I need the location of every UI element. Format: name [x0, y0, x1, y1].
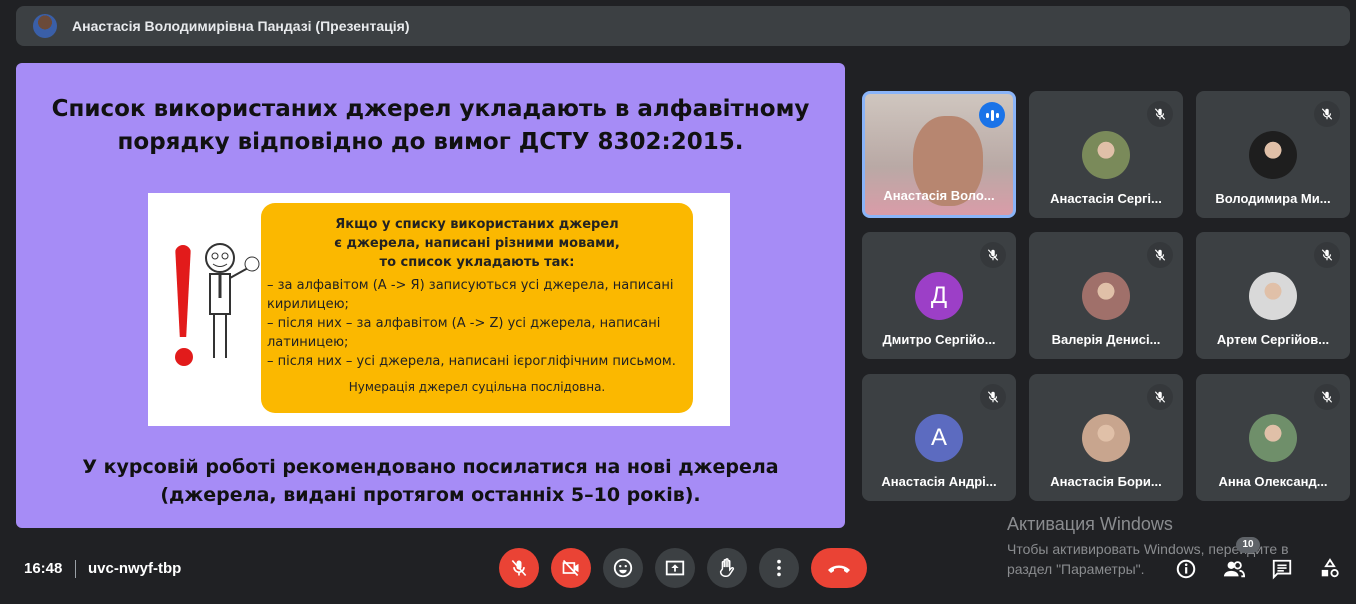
box-item: – після них – усі джерела, написані ієро…: [267, 354, 676, 369]
people-icon: [1223, 561, 1246, 578]
participant-tile[interactable]: Анна Олександ...: [1196, 374, 1350, 501]
participant-tile[interactable]: Анастасія Бори...: [1029, 374, 1183, 501]
participant-count-badge: 10: [1236, 537, 1260, 553]
participant-name: Анастасія Сергі...: [1050, 191, 1162, 206]
slide-title-line: порядку відповідно до вимог ДСТУ 8302:20…: [117, 129, 744, 155]
slide-title: Список використаних джерел укладають в а…: [16, 93, 845, 159]
activities-icon: [1321, 558, 1339, 578]
box-footer: Нумерація джерел суцільна послідовна.: [348, 380, 606, 394]
info-icon: [1176, 559, 1196, 579]
participant-name: Анастасія Воло...: [883, 188, 995, 203]
leave-call-button[interactable]: [811, 548, 867, 588]
participant-tile[interactable]: Анастасія Сергі...: [1029, 91, 1183, 218]
participant-name: Артем Сергійов...: [1216, 332, 1330, 347]
participant-avatar: А: [915, 414, 963, 462]
mic-off-icon: [1147, 384, 1173, 410]
slide-footer: У курсовій роботі рекомендовано посилати…: [16, 453, 845, 509]
participant-avatar: [1082, 272, 1130, 320]
participant-avatar: [1249, 272, 1297, 320]
participant-name: Дмитро Сергійо...: [882, 332, 996, 347]
chat-icon: [1272, 559, 1292, 580]
phone-hangup-icon: [828, 565, 850, 573]
info-box: Якщо у списку використаних джерел є джер…: [261, 203, 693, 413]
present-screen-button[interactable]: [655, 548, 695, 588]
exclamation-icon: [175, 245, 191, 337]
box-item: – за алфавітом (А -> Я) записуються усі …: [267, 278, 674, 312]
presenter-title: Анастасія Володимирівна Пандазі (Презент…: [72, 18, 410, 34]
box-heading: то список укладають так:: [379, 255, 575, 270]
activities-button[interactable]: [1318, 557, 1342, 581]
participant-avatar: [1249, 414, 1297, 462]
slide-footer-line: У курсовій роботі рекомендовано посилати…: [82, 456, 779, 478]
participant-tile[interactable]: Артем Сергійов...: [1196, 232, 1350, 359]
mic-off-icon: [1147, 242, 1173, 268]
participant-name: Анна Олександ...: [1218, 474, 1328, 489]
meeting-details-button[interactable]: [1174, 557, 1198, 581]
participant-tile[interactable]: Володимира Ми...: [1196, 91, 1350, 218]
mic-off-icon: [511, 559, 527, 577]
stick-figure-icon: [205, 243, 260, 358]
more-options-button[interactable]: [759, 548, 799, 588]
divider: [75, 560, 76, 578]
camera-toggle-button[interactable]: [551, 548, 591, 588]
participant-avatar: [1082, 414, 1130, 462]
participant-tile[interactable]: Валерія Денисі...: [1029, 232, 1183, 359]
mic-off-icon: [980, 384, 1006, 410]
participant-tile[interactable]: А Анастасія Андрі...: [862, 374, 1016, 501]
present-icon: [665, 560, 685, 576]
emoji-icon: [613, 558, 633, 578]
participant-tile[interactable]: Анастасія Воло...: [862, 91, 1016, 218]
mic-off-icon: [1314, 242, 1340, 268]
camera-off-icon: [562, 559, 579, 577]
box-heading: Якщо у списку використаних джерел: [335, 217, 619, 232]
slide-title-line: Список використаних джерел укладають в а…: [51, 96, 810, 122]
hand-icon: [719, 558, 735, 577]
more-vert-icon: [777, 559, 781, 577]
raise-hand-button[interactable]: [707, 548, 747, 588]
participant-tile[interactable]: Д Дмитро Сергійо...: [862, 232, 1016, 359]
presenter-bar: Анастасія Володимирівна Пандазі (Презент…: [16, 6, 1350, 46]
mic-off-icon: [980, 242, 1006, 268]
mic-off-icon: [1314, 101, 1340, 127]
exclamation-dot: [175, 348, 193, 366]
reactions-button[interactable]: [603, 548, 643, 588]
mic-off-icon: [1314, 384, 1340, 410]
participant-name: Валерія Денисі...: [1051, 332, 1161, 347]
mic-toggle-button[interactable]: [499, 548, 539, 588]
mic-off-icon: [1147, 101, 1173, 127]
box-heading: є джерела, написані різними мовами,: [334, 236, 620, 251]
slide-footer-line: (джерела, видані протягом останніх 5–10 …: [160, 484, 701, 506]
clock: 16:48: [24, 560, 63, 577]
participant-name: Анастасія Бори...: [1050, 474, 1162, 489]
people-button[interactable]: [1222, 557, 1246, 581]
participant-avatar: [1249, 131, 1297, 179]
presentation-slide: Список використаних джерел укладають в а…: [16, 63, 845, 528]
slide-image: Якщо у списку використаних джерел є джер…: [148, 193, 730, 426]
chat-button[interactable]: [1270, 557, 1294, 581]
presenter-avatar: [33, 14, 57, 38]
participant-avatar: [1082, 131, 1130, 179]
speaking-indicator-icon: [979, 102, 1005, 128]
participant-avatar: Д: [915, 272, 963, 320]
windows-activation-title: Активация Windows: [1007, 514, 1173, 534]
participant-name: Володимира Ми...: [1215, 191, 1331, 206]
meeting-code: uvc-nwyf-tbp: [88, 560, 182, 577]
participant-name: Анастасія Андрі...: [881, 474, 997, 489]
box-item: – після них – за алфавітом (A -> Z) усі …: [267, 316, 661, 350]
